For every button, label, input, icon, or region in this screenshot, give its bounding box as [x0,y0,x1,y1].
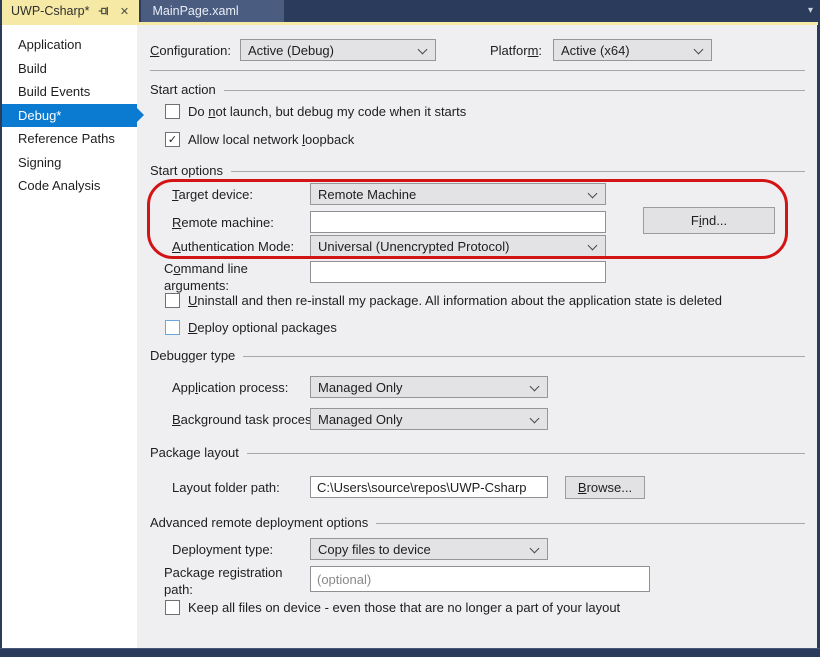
divider [247,453,805,454]
loopback-row: Allow local network loopback [165,132,354,147]
loopback-label: Allow local network loopback [188,132,354,147]
chevron-down-icon [588,241,598,251]
sidebar-item-build-events[interactable]: Build Events [2,80,137,104]
sidebar-item-reference-paths[interactable]: Reference Paths [2,127,137,151]
authentication-mode-label: Authentication Mode: [172,239,294,254]
deployment-type-dropdown[interactable]: Copy files to device [310,538,548,560]
application-process-dropdown[interactable]: Managed Only [310,376,548,398]
command-line-label-line2: arguments: [164,278,229,293]
sidebar-item-build[interactable]: Build [2,57,137,81]
deploy-optional-packages-row: Deploy optional packages [165,320,337,335]
divider [231,171,805,172]
browse-button[interactable]: Browse... [565,476,645,499]
bottom-border-bar [0,648,820,657]
application-process-label: Application process: [172,380,288,395]
uninstall-reinstall-label: Uninstall and then re-install my package… [188,293,722,308]
find-button[interactable]: Find... [643,207,775,234]
chevron-down-icon [694,45,704,55]
close-icon[interactable]: ✕ [118,4,132,18]
sidebar-item-signing[interactable]: Signing [2,151,137,175]
do-not-launch-checkbox[interactable] [165,104,180,119]
start-options-section-header: Start options [150,163,805,178]
configuration-dropdown[interactable]: Active (Debug) [240,39,436,61]
sidebar-item-code-analysis[interactable]: Code Analysis [2,174,137,198]
package-layout-section-header: Package layout [150,445,805,460]
chevron-down-icon [588,189,598,199]
authentication-mode-dropdown[interactable]: Universal (Unencrypted Protocol) [310,235,606,257]
command-line-label-line1: Command line [164,261,248,276]
platform-label: Platform: [490,43,542,58]
uninstall-reinstall-checkbox[interactable] [165,293,180,308]
layout-folder-path-label: Layout folder path: [172,480,280,495]
target-device-dropdown[interactable]: Remote Machine [310,183,606,205]
background-task-process-dropdown[interactable]: Managed Only [310,408,548,430]
property-pages-sidebar: Application Build Build Events Debug* Re… [2,25,137,648]
chevron-down-icon [530,544,540,554]
divider [376,523,805,524]
chevron-down-icon [418,45,428,55]
sidebar-item-debug[interactable]: Debug* [2,104,137,128]
project-properties-window: UWP-Csharp* ✕ MainPage.xaml ▾ Applicatio… [0,0,820,657]
divider [243,356,805,357]
do-not-launch-label: Do not launch, but debug my code when it… [188,104,466,119]
deploy-optional-packages-label: Deploy optional packages [188,320,337,335]
background-task-process-label: Background task process: [172,412,322,427]
document-well-dropdown-icon[interactable]: ▾ [808,6,813,16]
document-tabbar: UWP-Csharp* ✕ MainPage.xaml ▾ [0,0,820,22]
chevron-down-icon [530,382,540,392]
deploy-optional-packages-checkbox[interactable] [165,320,180,335]
loopback-checkbox[interactable] [165,132,180,147]
tab-title: UWP-Csharp* [11,4,90,18]
do-not-launch-row: Do not launch, but debug my code when it… [165,104,466,119]
keep-all-files-checkbox[interactable] [165,600,180,615]
deployment-type-label: Deployment type: [172,542,273,557]
sidebar-item-application[interactable]: Application [2,33,137,57]
divider [224,90,805,91]
uninstall-reinstall-row: Uninstall and then re-install my package… [165,293,722,308]
advanced-remote-deployment-section-header: Advanced remote deployment options [150,515,805,530]
debugger-type-section-header: Debugger type [150,348,805,363]
tab-uwp-csharp[interactable]: UWP-Csharp* ✕ [2,0,139,22]
debug-settings-page: Configuration: Active (Debug) Platform: … [137,25,817,648]
package-registration-path-input[interactable] [310,566,650,592]
remote-machine-label: Remote machine: [172,215,274,230]
package-registration-path-label-line2: path: [164,582,193,597]
divider [150,70,805,71]
package-registration-path-label-line1: Package registration [164,565,283,580]
start-action-section-header: Start action [150,82,805,97]
keep-all-files-row: Keep all files on device - even those th… [165,600,620,615]
layout-folder-path-input[interactable] [310,476,548,498]
command-line-arguments-input[interactable] [310,261,606,283]
remote-machine-input[interactable] [310,211,606,233]
configuration-label: Configuration: [150,43,231,58]
chevron-down-icon [530,414,540,424]
tab-mainpage-xaml[interactable]: MainPage.xaml [141,0,284,22]
platform-dropdown[interactable]: Active (x64) [553,39,712,61]
tab-title: MainPage.xaml [153,4,239,18]
keep-all-files-label: Keep all files on device - even those th… [188,600,620,615]
target-device-label: Target device: [172,187,253,202]
pin-icon[interactable] [97,4,111,18]
